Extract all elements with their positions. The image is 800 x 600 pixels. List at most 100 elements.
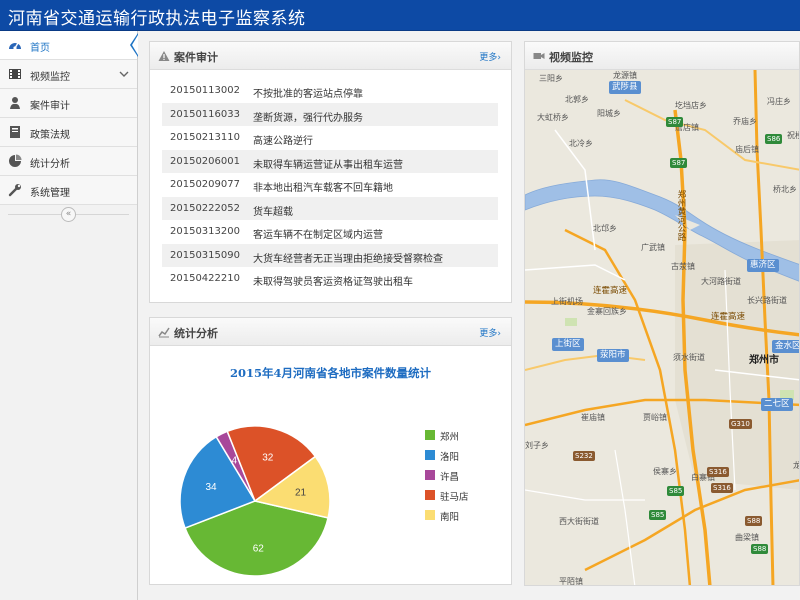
case-id: 20150206001 (170, 155, 240, 167)
sidebar-item-policy[interactable]: 政策法规 (0, 118, 137, 147)
case-id: 20150209077 (170, 179, 240, 190)
film-icon (9, 69, 21, 79)
list-item[interactable]: 20150116033 垄断货源，强行代办服务 (162, 102, 498, 126)
map-district-badge: 武陟县 (609, 81, 641, 94)
road-shield: S86 (765, 134, 783, 144)
map-label: 祝楼 (787, 131, 799, 140)
legend-label: 洛阳 (440, 452, 460, 463)
map-label: 圪垱店乡 (675, 101, 707, 110)
map-label: 上街机场 (551, 297, 583, 306)
pie-data-label: 62 (253, 543, 265, 554)
case-id: 20150422210 (170, 273, 240, 284)
pie-icon (9, 154, 22, 167)
map-label: 刘子乡 (525, 441, 549, 450)
case-list: 20150113002 不按批准的客运站点停靠 20150116033 垄断货源，强… (162, 79, 498, 291)
map-road-label: 连霍高速 (593, 286, 628, 296)
map-district-badge: 二七区 (761, 398, 793, 411)
list-item[interactable]: 20150213110 高速公路逆行 (162, 126, 498, 150)
sidebar-item-label: 统计分析 (30, 159, 70, 170)
case-desc: 非本地出租汽车载客不回车籍地 (253, 183, 393, 194)
sidebar-item-system[interactable]: 系统管理 (0, 176, 137, 205)
case-id: 20150116033 (170, 108, 240, 120)
legend-swatch (425, 450, 435, 460)
map-label: 龙 (793, 460, 799, 471)
map-label: 冯庄乡 (767, 97, 791, 106)
header-bar: 河南省交通运输行政执法电子监察系统 (0, 0, 800, 31)
road-shield: S87 (666, 117, 684, 127)
map-label: 阳城乡 (597, 109, 621, 118)
pie-data-label: 4 (232, 455, 238, 466)
active-indicator-inner (132, 35, 138, 55)
map-label: 长兴路街道 (747, 296, 787, 305)
map-label: 桥北乡 (773, 185, 797, 194)
sidebar-item-label: 系统管理 (30, 188, 70, 199)
case-id: 20150113002 (170, 85, 240, 96)
list-item[interactable]: 20150315090 大货车经营者无正当理由拒绝接受督察检查 (162, 243, 498, 267)
road-shield: S88 (745, 516, 763, 526)
list-item[interactable]: 20150209077 非本地出租汽车载客不回车籍地 (162, 173, 498, 197)
pie-data-label: 34 (205, 482, 217, 493)
map-label: 古荥镇 (671, 262, 695, 271)
legend-label: 南阳 (440, 512, 460, 523)
case-desc: 高速公路逆行 (253, 136, 313, 147)
legend-swatch (425, 490, 435, 500)
map-label: 曲梁镇 (735, 533, 759, 542)
sidebar-item-label: 视频监控 (30, 72, 70, 83)
map-district-badge: 上街区 (552, 338, 584, 351)
sidebar-item-video[interactable]: 视频监控 (0, 60, 137, 89)
map-label: 三阳乡 (539, 74, 563, 83)
panel-title: 视频监控 (549, 51, 593, 64)
map-label: 贾峪镇 (643, 413, 667, 422)
map-label: 须水街道 (673, 353, 705, 362)
map-district-badge: 荥阳市 (597, 349, 629, 362)
pie-data-label: 32 (262, 452, 274, 463)
legend-label: 驻马店 (440, 492, 469, 503)
list-item[interactable]: 20150422210 未取得驾驶员客运资格证驾驶出租车 (162, 267, 498, 291)
list-item[interactable]: 20150313200 客运车辆不在制定区域内运营 (162, 220, 498, 244)
map-label: 侯寨乡 (653, 467, 677, 476)
more-link[interactable]: 更多› (479, 50, 501, 63)
panel-title: 案件审计 (174, 51, 218, 64)
map-road-label: 连霍高速 (711, 312, 746, 322)
map-label: 北邙乡 (593, 224, 617, 233)
sidebar-item-label: 政策法规 (30, 130, 70, 141)
road-shield: G310 (729, 419, 752, 429)
sidebar-item-home[interactable]: 首页 (0, 31, 138, 60)
map-label: 崔庙镇 (581, 413, 605, 422)
sidebar: 首页 视频监控 案件审计 政策法规 统计分析 系统管理 « (0, 31, 138, 600)
map-label: 平陌镇 (559, 577, 583, 586)
legend-label: 许昌 (440, 472, 460, 483)
road-shield: S85 (649, 510, 667, 520)
road-shield: S316 (711, 483, 733, 493)
road-shield: S87 (670, 158, 688, 168)
sidebar-item-label: 首页 (30, 43, 50, 54)
sidebar-item-statistics[interactable]: 统计分析 (0, 147, 137, 176)
map-label: 庙后镇 (735, 145, 759, 154)
case-id: 20150313200 (170, 226, 240, 237)
user-icon (10, 97, 20, 109)
case-id: 20150315090 (170, 249, 240, 261)
sidebar-item-case-audit[interactable]: 案件审计 (0, 89, 137, 118)
case-desc: 未取得车辆运营证从事出租车运营 (253, 159, 403, 171)
list-item[interactable]: 20150222052 货车超载 (162, 196, 498, 220)
list-item[interactable]: 20150113002 不按批准的客运站点停靠 (162, 79, 498, 103)
warning-icon (158, 51, 170, 61)
map-view[interactable]: 三阳乡 龙源镇 武陟县 北郭乡 阳城乡 圪垱店乡 大虹桥乡 詹店镇 乔庙乡 冯庄… (525, 70, 799, 586)
case-desc: 未取得驾驶员客运资格证驾驶出租车 (253, 277, 413, 288)
legend-swatch (425, 430, 435, 440)
road-shield: S85 (667, 486, 685, 496)
sidebar-collapse-row: « (0, 205, 137, 225)
panel-header: 案件审计 更多› (150, 42, 511, 70)
legend-label: 郑州 (440, 432, 460, 443)
case-id: 20150213110 (170, 132, 240, 143)
collapse-sidebar-button[interactable]: « (61, 207, 76, 222)
map-label: 龙源镇 (613, 71, 637, 80)
dashboard-icon (9, 42, 21, 50)
map-label: 大河路街道 (701, 277, 741, 286)
map-label: 西大街街道 (559, 517, 599, 526)
case-id: 20150222052 (170, 202, 240, 214)
pie-data-label: 21 (295, 488, 307, 499)
statistics-panel: 统计分析 更多› 2015年4月河南省各地市案件数量统计 62 34 4 32 21 郑… (149, 317, 512, 585)
app-title: 河南省交通运输行政执法电子监察系统 (8, 9, 306, 29)
list-item[interactable]: 20150206001 未取得车辆运营证从事出租车运营 (162, 149, 498, 173)
